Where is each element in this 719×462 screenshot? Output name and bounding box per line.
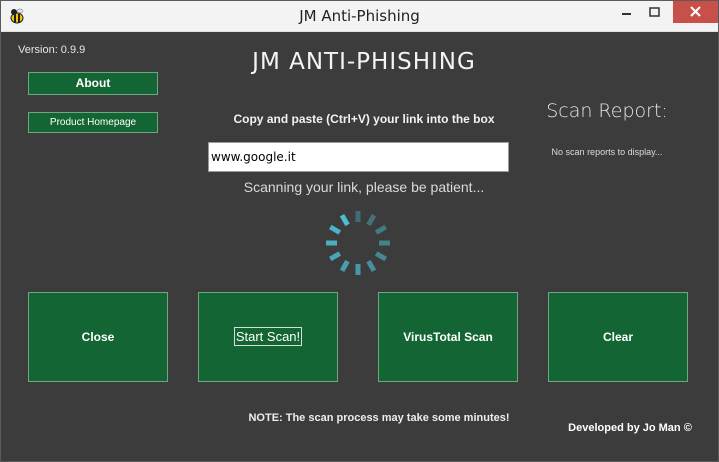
title-bar[interactable]: JM Anti-Phishing	[1, 1, 718, 32]
spinner-segment	[366, 214, 377, 227]
loading-spinner-icon	[326, 211, 390, 275]
clear-button[interactable]: Clear	[548, 292, 688, 382]
spinner-segment	[374, 251, 387, 262]
version-label: Version: 0.9.9	[18, 44, 86, 56]
app-window: JM Anti-Phishing Version: 0.9.9 JM ANTI-…	[0, 0, 719, 462]
spinner-segment	[366, 259, 377, 272]
scanning-status: Scanning your link, please be patient...	[243, 179, 485, 195]
start-scan-button[interactable]: Start Scan!	[198, 292, 338, 382]
start-scan-label: Start Scan!	[233, 327, 303, 346]
spinner-segment	[329, 251, 342, 262]
product-homepage-button[interactable]: Product Homepage	[28, 112, 158, 133]
developer-credit: Developed by Jo Man ©	[568, 422, 692, 434]
app-heading: JM ANTI-PHISHING	[252, 49, 476, 75]
scan-report-title: Scan Report:	[546, 100, 668, 122]
virustotal-scan-button[interactable]: VirusTotal Scan	[378, 292, 518, 382]
url-input[interactable]	[208, 142, 509, 172]
note-text: NOTE: The scan process may take some min…	[248, 412, 510, 424]
spinner-segment	[339, 214, 350, 227]
instruction-text: Copy and paste (Ctrl+V) your link into t…	[233, 112, 495, 126]
spinner-segment	[374, 224, 387, 235]
scan-report-text: No scan reports to display...	[551, 147, 663, 157]
about-button[interactable]: About	[28, 72, 158, 95]
minimize-icon[interactable]	[609, 1, 645, 23]
window-close-icon[interactable]	[673, 1, 718, 23]
close-button[interactable]: Close	[28, 292, 168, 382]
spinner-segment	[329, 224, 342, 235]
spinner-segment	[339, 259, 350, 272]
main-panel: Version: 0.9.9 JM ANTI-PHISHING About Pr…	[1, 32, 718, 461]
